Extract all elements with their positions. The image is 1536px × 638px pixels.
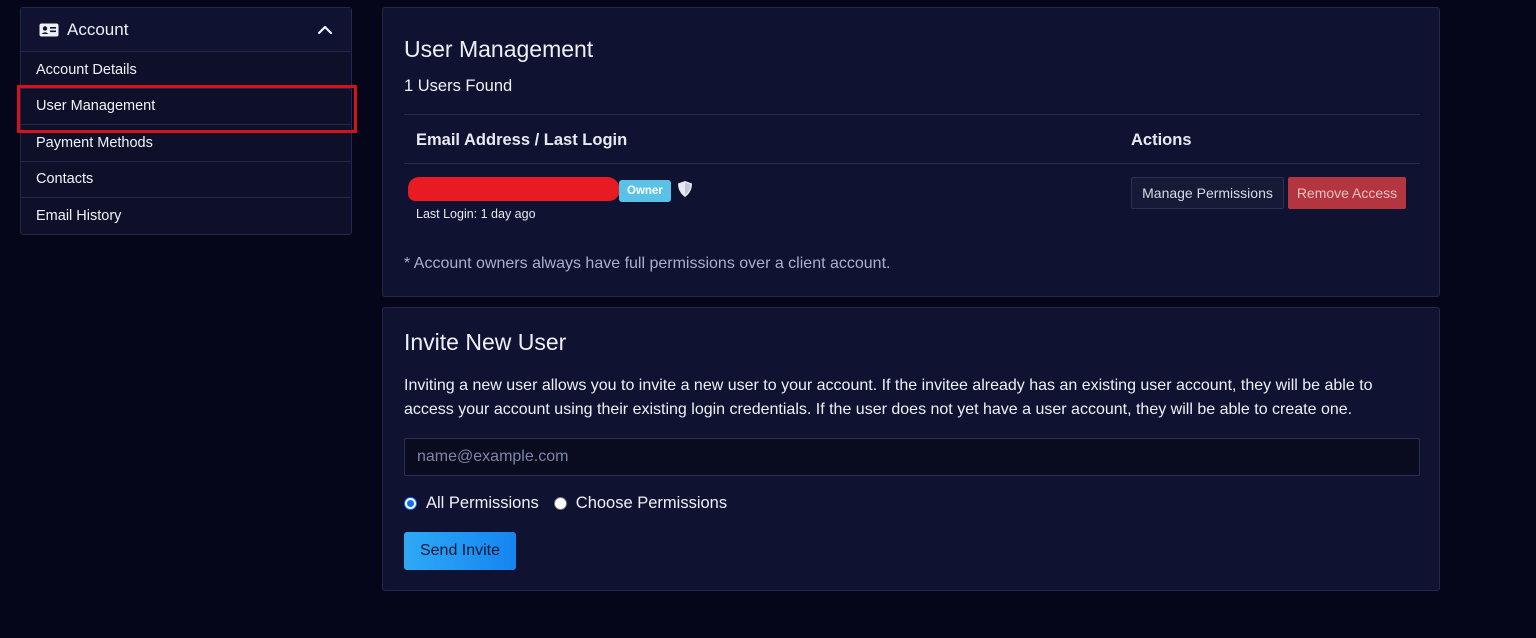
choose-permissions-label: Choose Permissions (575, 494, 728, 512)
column-header-email: Email Address / Last Login (416, 131, 628, 149)
sidebar-title: Account (67, 19, 129, 39)
invite-email-input[interactable] (404, 438, 1420, 476)
column-header-actions: Actions (1131, 131, 1192, 149)
remove-access-button[interactable]: Remove Access (1288, 177, 1406, 209)
account-sidebar: Account Account Details User Management … (17, 7, 357, 235)
manage-permissions-button[interactable]: Manage Permissions (1131, 177, 1284, 209)
shield-icon (676, 180, 694, 198)
all-permissions-radio[interactable] (404, 497, 417, 510)
sidebar-item-label: Account Details (36, 61, 137, 78)
all-permissions-label: All Permissions (426, 494, 539, 512)
sidebar-item-user-management[interactable]: User Management (17, 84, 357, 132)
sidebar-item-label: Email History (36, 208, 122, 225)
sidebar-header[interactable]: Account (21, 8, 351, 52)
sidebar-item-label: Contacts (36, 171, 94, 188)
invite-user-card: Invite New User Inviting a new user allo… (382, 307, 1440, 591)
owner-permissions-note: * Account owners always have full permis… (404, 255, 891, 272)
all-permissions-option[interactable]: All Permissions (404, 494, 539, 513)
choose-permissions-radio[interactable] (553, 497, 567, 510)
sidebar-item-contacts[interactable]: Contacts (21, 162, 351, 198)
sidebar-item-payment-methods[interactable]: Payment Methods (21, 125, 351, 162)
table-row: Owner Last Login: 1 day ago Manage Permi… (404, 168, 1420, 228)
send-invite-button[interactable]: Send Invite (404, 532, 516, 570)
redacted-email (408, 177, 620, 201)
invite-description: Inviting a new user allows you to invite… (404, 377, 1373, 418)
page-title: User Management (404, 36, 594, 62)
invite-title: Invite New User (404, 329, 567, 355)
choose-permissions-option[interactable]: Choose Permissions (553, 494, 728, 513)
user-management-card: User Management 1 Users Found Email Addr… (382, 7, 1440, 297)
last-login: Last Login: 1 day ago (416, 207, 536, 221)
owner-badge: Owner (619, 180, 671, 202)
permission-options: All Permissions Choose Permissions (404, 494, 742, 513)
users-found-count: 1 Users Found (404, 77, 513, 95)
id-card-icon (39, 23, 59, 37)
chevron-up-icon[interactable] (317, 22, 333, 38)
sidebar-item-label: User Management (36, 98, 156, 115)
users-table-header: Email Address / Last Login Actions (404, 114, 1420, 164)
sidebar-item-label: Payment Methods (36, 134, 153, 151)
sidebar-item-email-history[interactable]: Email History (21, 198, 351, 235)
sidebar-item-account-details[interactable]: Account Details (21, 52, 351, 89)
